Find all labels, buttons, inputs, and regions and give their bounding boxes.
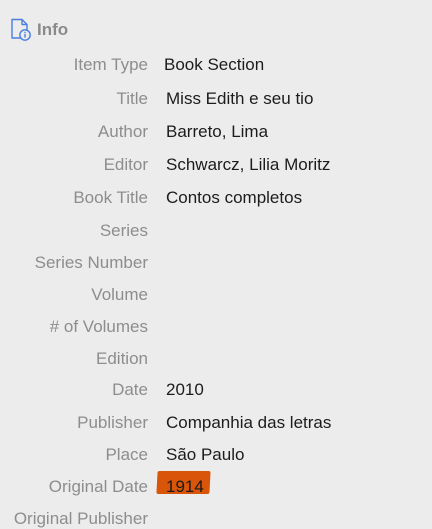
- field-label: Editor: [103, 155, 148, 174]
- field-row-book-title[interactable]: Book Title Contos completos: [0, 181, 432, 213]
- field-label: Original Publisher: [13, 509, 148, 528]
- field-value[interactable]: Miss Edith e seu tio: [166, 89, 313, 109]
- field-row-place[interactable]: Place São Paulo: [0, 438, 432, 470]
- field-value[interactable]: Schwarcz, Lilia Moritz: [166, 155, 330, 175]
- field-label: Original Date: [48, 477, 148, 496]
- field-row-editor[interactable]: Editor Schwarcz, Lilia Moritz: [0, 148, 432, 180]
- field-value[interactable]: Book Section: [164, 55, 264, 75]
- field-value[interactable]: Companhia das letras: [166, 413, 331, 433]
- info-pane: Info Item Type Book Section Title Miss E…: [0, 0, 432, 529]
- field-row-item-type[interactable]: Item Type Book Section: [0, 48, 432, 80]
- field-value[interactable]: Contos completos: [166, 188, 302, 208]
- field-label: Series: [99, 221, 148, 240]
- field-label: Title: [116, 89, 149, 108]
- field-row-original-date[interactable]: Original Date 1914: [0, 470, 432, 502]
- field-row-publisher[interactable]: Publisher Companhia das letras: [0, 406, 432, 438]
- info-section-header[interactable]: Info: [10, 17, 68, 43]
- field-label: Volume: [91, 285, 148, 304]
- field-row-number-of-volumes[interactable]: # of Volumes: [0, 310, 432, 342]
- field-label: Book Title: [73, 188, 148, 207]
- field-label: Publisher: [77, 413, 148, 432]
- field-row-volume[interactable]: Volume: [0, 278, 432, 310]
- field-row-original-publisher[interactable]: Original Publisher: [0, 502, 432, 529]
- field-value[interactable]: 1914: [166, 477, 204, 497]
- field-label: Series Number: [34, 253, 148, 272]
- field-row-edition[interactable]: Edition: [0, 342, 432, 374]
- field-label: Place: [105, 445, 148, 464]
- document-info-icon: [10, 18, 32, 42]
- field-label: Item Type: [73, 55, 148, 74]
- info-section-title: Info: [37, 20, 69, 39]
- field-label: Author: [97, 122, 148, 141]
- field-value[interactable]: Barreto, Lima: [166, 122, 268, 142]
- field-row-author[interactable]: Author Barreto, Lima: [0, 115, 432, 147]
- field-label: Date: [112, 380, 148, 399]
- field-value[interactable]: São Paulo: [166, 445, 244, 465]
- field-label: # of Volumes: [49, 317, 148, 336]
- field-row-series[interactable]: Series: [0, 214, 432, 246]
- field-row-title[interactable]: Title Miss Edith e seu tio: [0, 82, 432, 114]
- field-label: Edition: [96, 349, 148, 368]
- field-row-date[interactable]: Date 2010: [0, 373, 432, 405]
- field-value[interactable]: 2010: [166, 380, 204, 400]
- field-row-series-number[interactable]: Series Number: [0, 246, 432, 278]
